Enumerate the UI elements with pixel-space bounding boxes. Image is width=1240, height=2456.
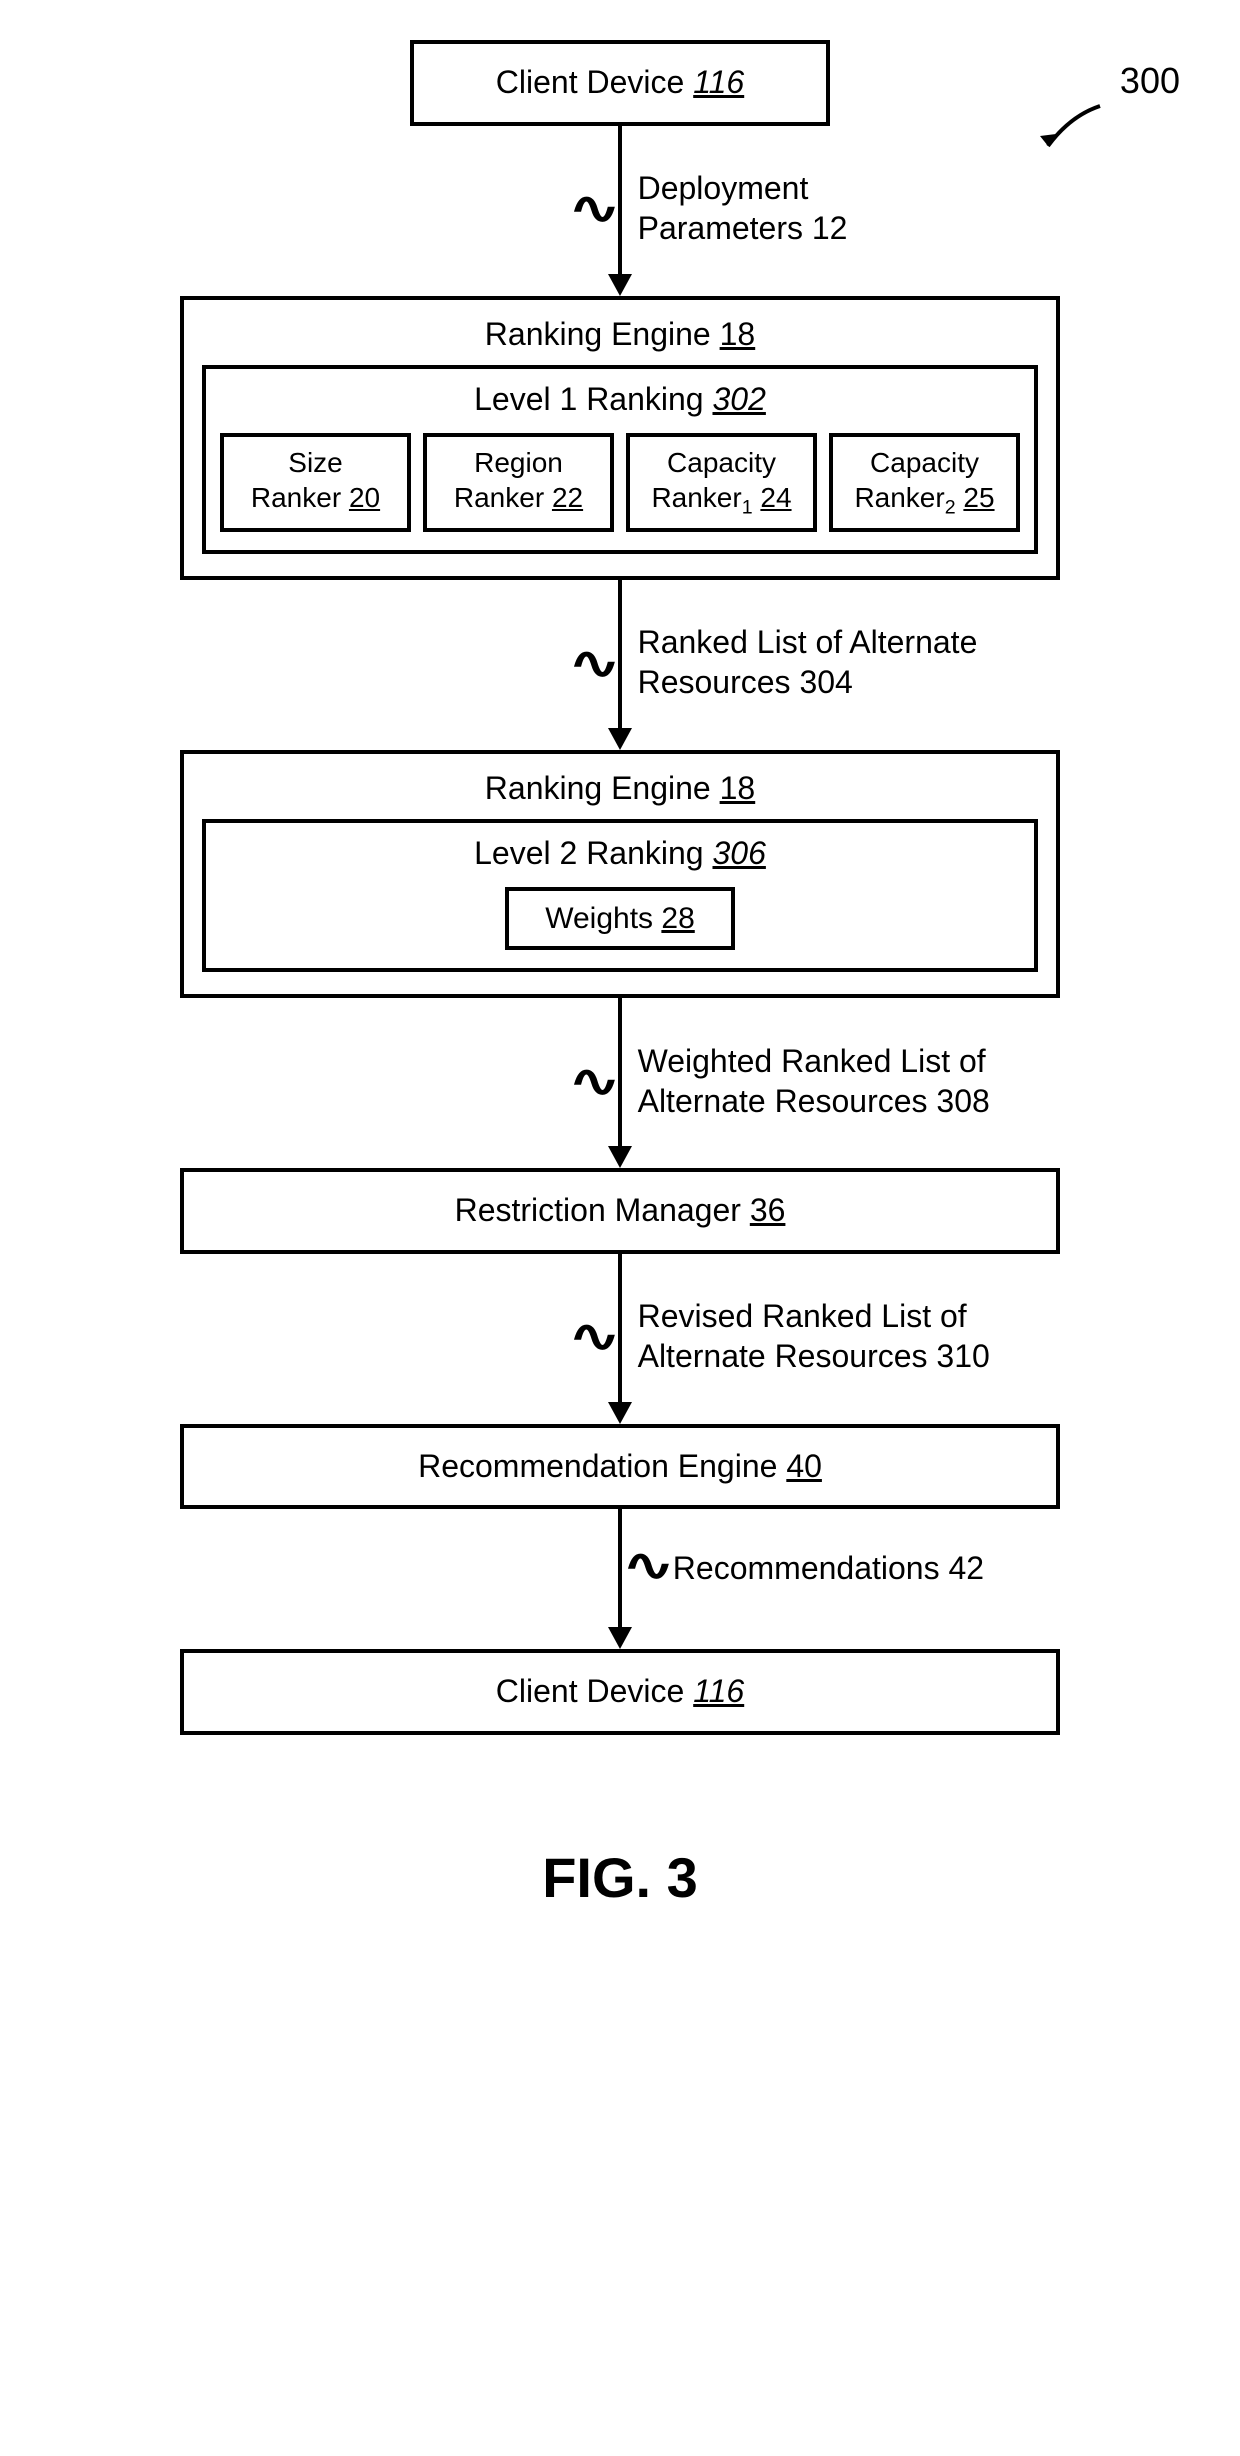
arrow-recommendations: ∿ Recommendations 42 (180, 1509, 1060, 1649)
box-recommendation-engine: Recommendation Engine 40 (180, 1424, 1060, 1510)
tilde-icon: ∿ (569, 638, 621, 689)
box-capacity-ranker-2: Capacity Ranker2 25 (829, 433, 1020, 532)
figure-label: FIG. 3 (542, 1845, 698, 1910)
arrow4-label: Revised Ranked List of Alternate Resourc… (638, 1296, 990, 1376)
arrow-revised-list: ∿ Revised Ranked List of Alternate Resou… (180, 1254, 1060, 1424)
box-size-ranker: Size Ranker 20 (220, 433, 411, 532)
box-weights: Weights 28 (505, 887, 735, 950)
box-region-ranker: Region Ranker 22 (423, 433, 614, 532)
arrow5-label: Recommendations 42 (673, 1548, 984, 1588)
arrow-ranked-list: ∿ Ranked List of Alternate Resources 304 (180, 580, 1060, 750)
ranker-row: Size Ranker 20 Region Ranker 22 Capacity… (220, 433, 1020, 532)
arrow-deployment-params: ∿ Deployment Parameters 12 (180, 126, 1060, 296)
box-capacity-ranker-1: Capacity Ranker1 24 (626, 433, 817, 532)
box-client-device-bottom: Client Device 116 (180, 1649, 1060, 1735)
tilde-icon: ∿ (569, 183, 621, 234)
arrow1-label: Deployment Parameters 12 (638, 168, 848, 248)
box-ranking-engine-2: Ranking Engine 18 Level 2 Ranking 306 We… (180, 750, 1060, 998)
tilde-icon: ∿ (569, 1311, 621, 1362)
level1-title: Level 1 Ranking 302 (220, 379, 1020, 421)
box-ranking-engine-1: Ranking Engine 18 Level 1 Ranking 302 Si… (180, 296, 1060, 580)
level2-title: Level 2 Ranking 306 (220, 833, 1020, 875)
flowchart-container: 300 Client Device 116 ∿ Deployment Param… (20, 40, 1220, 1910)
client-top-label: Client Device (496, 64, 685, 100)
arrow2-label: Ranked List of Alternate Resources 304 (638, 622, 978, 702)
ranking1-title: Ranking Engine 18 (202, 314, 1038, 356)
client-top-ref: 116 (693, 64, 744, 100)
box-level2-ranking: Level 2 Ranking 306 Weights 28 (202, 819, 1038, 972)
ranking2-title: Ranking Engine 18 (202, 768, 1038, 810)
figure-callout: 300 (1120, 60, 1180, 102)
box-level1-ranking: Level 1 Ranking 302 Size Ranker 20 Regio… (202, 365, 1038, 554)
arrow-weighted-list: ∿ Weighted Ranked List of Alternate Reso… (180, 998, 1060, 1168)
tilde-icon: ∿ (569, 1056, 621, 1107)
tilde-icon: ∿ (623, 1540, 675, 1591)
box-restriction-manager: Restriction Manager 36 (180, 1168, 1060, 1254)
box-client-device-top: Client Device 116 (410, 40, 830, 126)
arrow3-label: Weighted Ranked List of Alternate Resour… (638, 1041, 990, 1121)
